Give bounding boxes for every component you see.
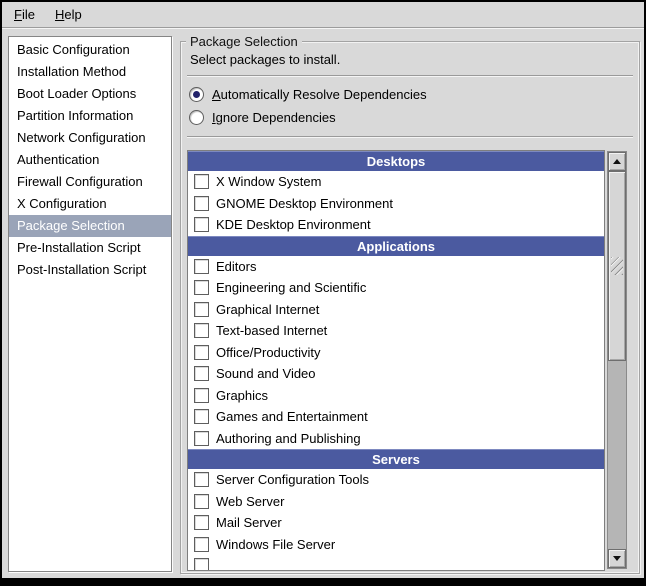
- checkbox-icon[interactable]: [194, 515, 209, 530]
- radio-ignore-dependencies[interactable]: Ignore Dependencies: [189, 107, 336, 127]
- sidebar-item-authentication[interactable]: Authentication: [9, 149, 171, 171]
- sidebar-item-installation-method[interactable]: Installation Method: [9, 61, 171, 83]
- scroll-down-icon: [613, 556, 621, 561]
- scroll-down-button[interactable]: [608, 549, 626, 568]
- package-label: Games and Entertainment: [216, 409, 368, 424]
- package-row-graphics[interactable]: Graphics: [188, 385, 604, 407]
- sidebar-item-partition-information[interactable]: Partition Information: [9, 105, 171, 127]
- sidebar-item-x-configuration[interactable]: X Configuration: [9, 193, 171, 215]
- package-row-server-configuration-tools[interactable]: Server Configuration Tools: [188, 469, 604, 491]
- separator: [187, 136, 633, 138]
- package-label: Web Server: [216, 494, 284, 509]
- sidebar-item-network-configuration[interactable]: Network Configuration: [9, 127, 171, 149]
- scrollbar-thumb[interactable]: [608, 171, 626, 361]
- package-label: Authoring and Publishing: [216, 431, 361, 446]
- package-label: Office/Productivity: [216, 345, 321, 360]
- package-row-x-window-system[interactable]: X Window System: [188, 171, 604, 193]
- package-row-sound-and-video[interactable]: Sound and Video: [188, 363, 604, 385]
- checkbox-icon[interactable]: [194, 537, 209, 552]
- package-row-authoring-and-publishing[interactable]: Authoring and Publishing: [188, 428, 604, 450]
- package-row-engineering-and-scientific[interactable]: Engineering and Scientific: [188, 277, 604, 299]
- package-row-kde-desktop-environment[interactable]: KDE Desktop Environment: [188, 214, 604, 236]
- checkbox-icon[interactable]: [194, 388, 209, 403]
- label-rest: utomatically Resolve Dependencies: [221, 87, 427, 102]
- checkbox-icon[interactable]: [194, 174, 209, 189]
- sidebar-item-package-selection[interactable]: Package Selection: [9, 215, 171, 237]
- checkbox-icon[interactable]: [194, 259, 209, 274]
- sidebar-item-post-installation-script[interactable]: Post-Installation Script: [9, 259, 171, 281]
- package-label: Graphical Internet: [216, 302, 319, 317]
- checkbox-icon[interactable]: [194, 323, 209, 338]
- package-label: GNOME Desktop Environment: [216, 196, 393, 211]
- package-row-gnome-desktop-environment[interactable]: GNOME Desktop Environment: [188, 193, 604, 215]
- package-row-windows-file-server[interactable]: Windows File Server: [188, 534, 604, 556]
- package-group-header-applications: Applications: [188, 236, 604, 256]
- checkbox-icon[interactable]: [194, 409, 209, 424]
- package-label: Graphics: [216, 388, 268, 403]
- scrollbar-grip-icon: [611, 257, 623, 275]
- package-label: Text-based Internet: [216, 323, 327, 338]
- radio-button-icon[interactable]: [189, 87, 204, 102]
- package-row-text-based-internet[interactable]: Text-based Internet: [188, 320, 604, 342]
- menu-bar: FileHelp: [2, 2, 644, 28]
- sidebar-section-list: Basic ConfigurationInstallation MethodBo…: [8, 36, 172, 572]
- menu-item-file[interactable]: File: [4, 2, 45, 27]
- package-row-partial[interactable]: [188, 555, 604, 571]
- sidebar-item-basic-configuration[interactable]: Basic Configuration: [9, 39, 171, 61]
- radio-label: Automatically Resolve Dependencies: [212, 87, 427, 102]
- package-row-web-server[interactable]: Web Server: [188, 491, 604, 513]
- package-group-header-desktops: Desktops: [188, 151, 604, 171]
- checkbox-icon[interactable]: [194, 196, 209, 211]
- label-rest: ile: [22, 7, 35, 22]
- accel-letter: F: [14, 7, 22, 22]
- vertical-scrollbar[interactable]: [607, 151, 627, 569]
- checkbox-icon[interactable]: [194, 280, 209, 295]
- checkbox-icon[interactable]: [194, 345, 209, 360]
- scroll-up-button[interactable]: [608, 152, 626, 171]
- accel-letter: H: [55, 7, 64, 22]
- package-row-games-and-entertainment[interactable]: Games and Entertainment: [188, 406, 604, 428]
- package-label: X Window System: [216, 174, 321, 189]
- label-rest: elp: [64, 7, 81, 22]
- accel-letter: A: [212, 87, 221, 102]
- radio-automatically-resolve-dependencies[interactable]: Automatically Resolve Dependencies: [189, 84, 427, 104]
- sidebar-item-boot-loader-options[interactable]: Boot Loader Options: [9, 83, 171, 105]
- sidebar-item-firewall-configuration[interactable]: Firewall Configuration: [9, 171, 171, 193]
- package-row-editors[interactable]: Editors: [188, 256, 604, 278]
- package-label: Engineering and Scientific: [216, 280, 366, 295]
- package-label: Editors: [216, 259, 256, 274]
- package-row-graphical-internet[interactable]: Graphical Internet: [188, 299, 604, 321]
- package-label: Mail Server: [216, 515, 282, 530]
- checkbox-icon[interactable]: [194, 494, 209, 509]
- checkbox-icon[interactable]: [194, 431, 209, 446]
- checkbox-icon[interactable]: [194, 558, 209, 571]
- scroll-up-icon: [613, 159, 621, 164]
- package-group-list: Desktops X Window System GNOME Desktop Env…: [187, 150, 605, 571]
- checkbox-icon[interactable]: [194, 302, 209, 317]
- package-row-office-productivity[interactable]: Office/Productivity: [188, 342, 604, 364]
- package-label: Sound and Video: [216, 366, 316, 381]
- radio-label: Ignore Dependencies: [212, 110, 336, 125]
- menu-item-help[interactable]: Help: [45, 2, 92, 27]
- package-label: KDE Desktop Environment: [216, 217, 371, 232]
- checkbox-icon[interactable]: [194, 366, 209, 381]
- frame-title: Package Selection: [186, 34, 302, 49]
- checkbox-icon[interactable]: [194, 217, 209, 232]
- kickstart-configurator-window: FileHelp Basic ConfigurationInstallation…: [2, 2, 644, 578]
- radio-button-icon[interactable]: [189, 110, 204, 125]
- package-label: Windows File Server: [216, 537, 335, 552]
- label-rest: gnore Dependencies: [216, 110, 336, 125]
- description-text: Select packages to install.: [190, 52, 340, 67]
- package-label: Server Configuration Tools: [216, 472, 369, 487]
- separator: [187, 75, 633, 77]
- checkbox-icon[interactable]: [194, 472, 209, 487]
- sidebar-item-pre-installation-script[interactable]: Pre-Installation Script: [9, 237, 171, 259]
- package-group-header-servers: Servers: [188, 449, 604, 469]
- package-row-mail-server[interactable]: Mail Server: [188, 512, 604, 534]
- package-selection-frame: Package Selection Select packages to ins…: [180, 41, 640, 574]
